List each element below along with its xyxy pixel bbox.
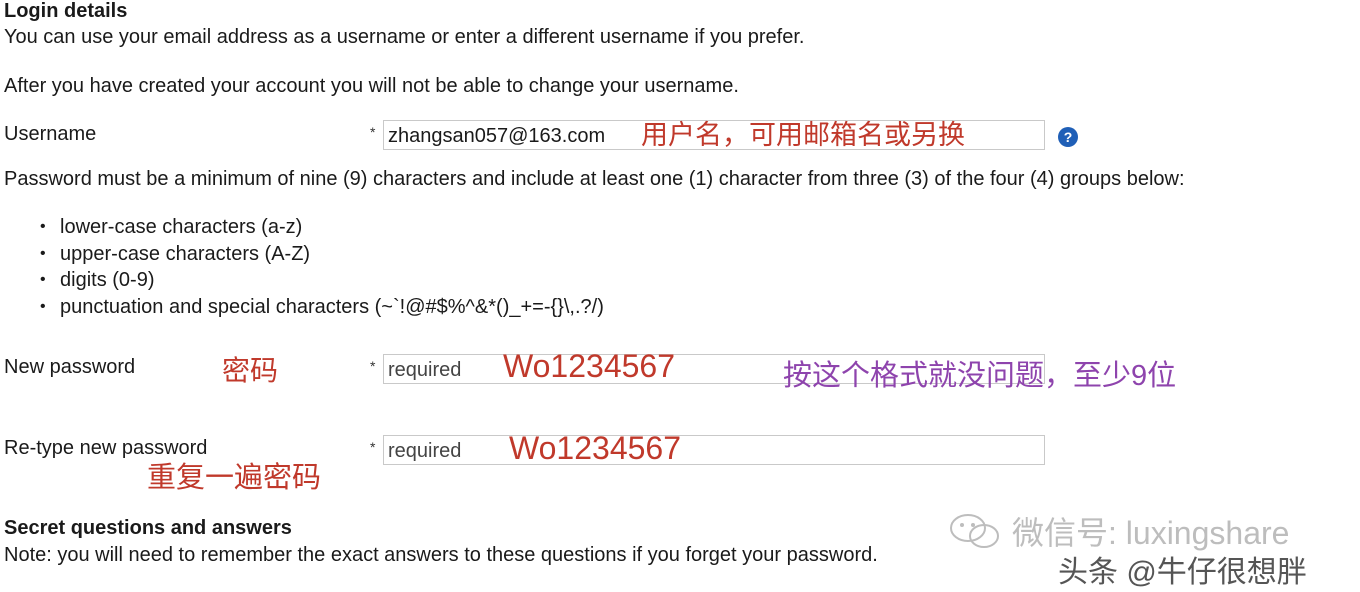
username-annotation: 用户名，可用邮箱名或另换 (641, 120, 965, 150)
required-mark: * (370, 124, 376, 140)
retype-password-placeholder: required (388, 440, 462, 462)
list-item: lower-case characters (a-z) (40, 214, 604, 241)
list-item: upper-case characters (A-Z) (40, 241, 604, 268)
required-mark: * (370, 439, 376, 455)
password-rules-list: lower-case characters (a-z) upper-case c… (40, 214, 604, 320)
username-input[interactable]: zhangsan057@163.com 用户名，可用邮箱名或另换 (383, 120, 1045, 150)
username-change-note: After you have created your account you … (4, 75, 739, 97)
section-heading-secret-questions: Secret questions and answers (4, 517, 292, 539)
password-rules-intro: Password must be a minimum of nine (9) c… (4, 168, 1185, 190)
login-intro-text: You can use your email address as a user… (4, 26, 805, 48)
new-password-annotation-value: Wo1234567 (503, 348, 675, 384)
toutiao-watermark: 头条 @牛仔很想胖 (1058, 556, 1307, 589)
username-input-value: zhangsan057@163.com (388, 125, 606, 147)
new-password-annotation-label: 密码 (222, 355, 279, 386)
wechat-logo-icon (950, 514, 999, 548)
list-item: punctuation and special characters (~`!@… (40, 294, 604, 321)
new-password-placeholder: required (388, 359, 462, 381)
section-heading-login-details: Login details (4, 0, 128, 22)
help-icon[interactable]: ? (1058, 127, 1078, 147)
retype-password-annotation-value: Wo1234567 (509, 430, 681, 466)
new-password-label: New password (4, 356, 136, 378)
required-mark: * (370, 358, 376, 374)
retype-password-input[interactable]: required (383, 435, 1045, 465)
list-item: digits (0-9) (40, 267, 604, 294)
new-password-annotation-note: 按这个格式就没问题，至少9位 (783, 360, 1177, 392)
username-label: Username (4, 123, 97, 145)
retype-password-annotation-label: 重复一遍密码 (147, 462, 322, 494)
secret-questions-note: Note: you will need to remember the exac… (4, 544, 878, 566)
